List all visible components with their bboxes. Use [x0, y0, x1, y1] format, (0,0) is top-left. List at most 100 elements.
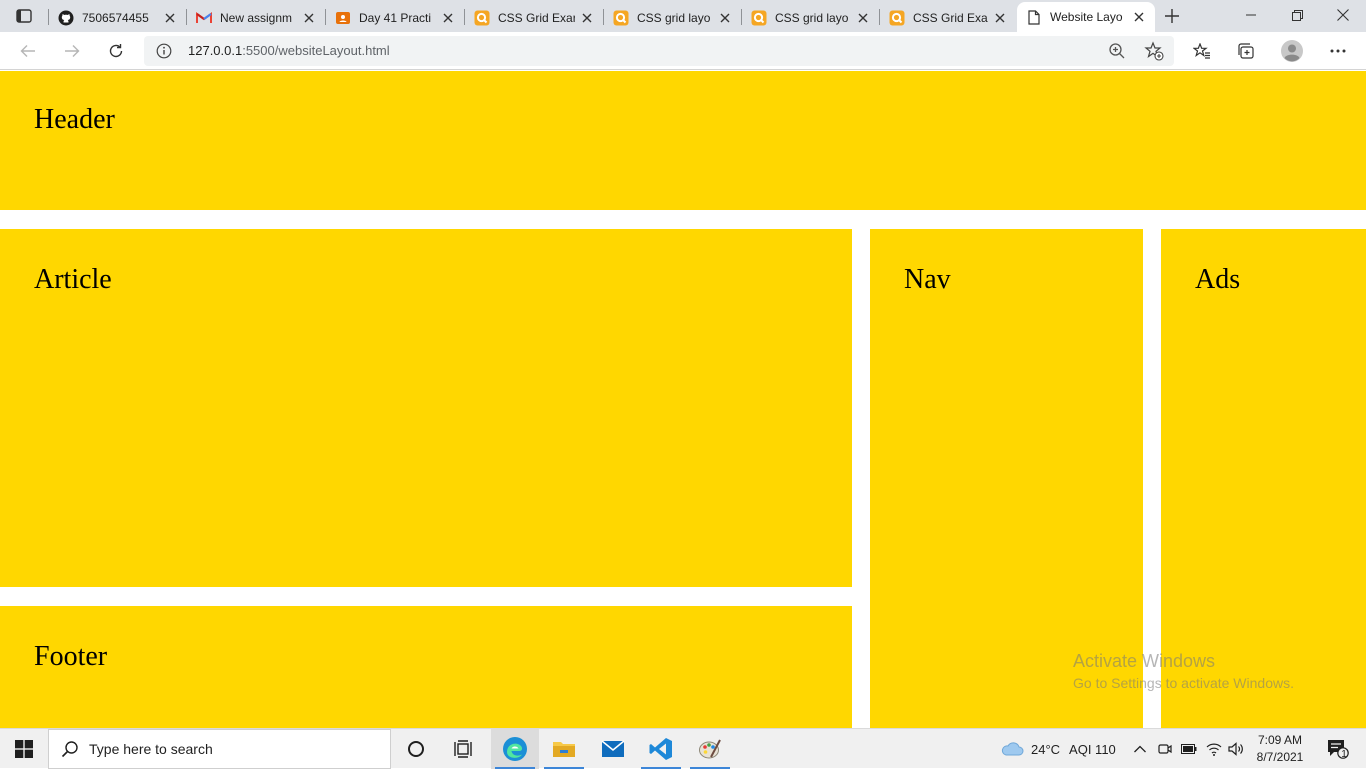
vscode-icon: [649, 738, 672, 760]
zoom-icon[interactable]: [1108, 42, 1126, 60]
github-icon: [58, 10, 74, 26]
tab-title: 7506574455: [82, 11, 149, 25]
weather-widget[interactable]: 24°C AQI 110: [1000, 729, 1116, 769]
tab-strip: 7506574455 New assignm Day 41 Practi CSS…: [0, 0, 1366, 32]
article-block: Article: [0, 229, 852, 587]
air-quality: AQI 110: [1069, 741, 1116, 757]
refresh-button[interactable]: [102, 37, 130, 65]
favorites-button[interactable]: [1188, 37, 1216, 65]
notifications-button[interactable]: 1: [1318, 729, 1358, 769]
tab-title: Website Layo: [1050, 10, 1123, 24]
weather-temperature: 24°C: [1031, 741, 1061, 757]
add-favorite-icon[interactable]: [1144, 41, 1164, 61]
windows-logo-icon: [15, 740, 33, 758]
forward-button[interactable]: [58, 37, 86, 65]
close-tab-icon[interactable]: [162, 10, 178, 26]
close-tab-icon[interactable]: [440, 10, 456, 26]
url-path: :5500/websiteLayout.html: [242, 43, 390, 58]
task-view-button[interactable]: [440, 729, 488, 769]
tab-css-grid-2[interactable]: CSS grid layo: [604, 4, 741, 32]
folder-icon: [553, 742, 575, 757]
search-engine-icon: [474, 10, 490, 26]
address-bar[interactable]: 127.0.0.1:5500/websiteLayout.html: [144, 36, 1174, 66]
taskbar-search-box[interactable]: Type here to search: [48, 729, 391, 769]
minimize-icon: [1246, 14, 1256, 16]
mail-icon: [601, 740, 625, 757]
tab-css-grid-1[interactable]: CSS Grid Exar: [465, 4, 603, 32]
close-tab-icon[interactable]: [992, 10, 1008, 26]
minimize-button[interactable]: [1228, 0, 1274, 30]
paint-button[interactable]: [686, 729, 734, 769]
browser-toolbar: 127.0.0.1:5500/websiteLayout.html: [0, 32, 1366, 70]
activate-windows-watermark: Activate Windows Go to Settings to activ…: [1073, 651, 1294, 691]
tab-actions-button[interactable]: [6, 4, 42, 28]
search-engine-icon: [751, 10, 767, 26]
battery-icon[interactable]: [1181, 744, 1197, 754]
tab-gmail[interactable]: New assignm: [187, 4, 325, 32]
close-window-button[interactable]: [1320, 0, 1366, 30]
file-explorer-button[interactable]: [540, 729, 588, 769]
meet-now-icon[interactable]: [1158, 741, 1172, 757]
close-tab-icon[interactable]: [1131, 9, 1147, 25]
clock-time: 7:09 AM: [1257, 733, 1303, 747]
close-tab-icon[interactable]: [717, 10, 733, 26]
tab-website-layout[interactable]: Website Layo: [1017, 2, 1155, 32]
favorites-icon: [1193, 43, 1210, 59]
mail-button[interactable]: [589, 729, 637, 769]
tab-title: Day 41 Practi: [359, 11, 432, 25]
tab-title: New assignm: [220, 11, 293, 25]
profile-button[interactable]: [1278, 37, 1306, 65]
footer-heading: Footer: [34, 641, 108, 672]
cortana-button[interactable]: [392, 729, 440, 769]
tab-title: CSS grid layo: [637, 11, 711, 25]
tray-icons: [1133, 729, 1244, 769]
page-viewport: Header Article Nav Ads Footer Activate W…: [0, 71, 1366, 728]
tab-actions-icon: [16, 9, 32, 23]
search-placeholder: Type here to search: [89, 741, 213, 757]
edge-taskbar-button[interactable]: [491, 729, 539, 769]
restore-button[interactable]: [1274, 0, 1320, 30]
search-engine-icon: [613, 10, 629, 26]
page-icon: [1026, 9, 1042, 25]
article-heading: Article: [34, 264, 112, 295]
back-arrow-icon: [20, 45, 35, 57]
tab-classroom[interactable]: Day 41 Practi: [326, 4, 464, 32]
plus-icon: [1165, 9, 1179, 23]
vscode-button[interactable]: [637, 729, 685, 769]
wifi-icon[interactable]: [1206, 742, 1222, 756]
avatar-icon: [1281, 40, 1303, 62]
collections-button[interactable]: [1232, 37, 1260, 65]
taskbar: Type here to search 24°C AQI 110 7:09 AM…: [0, 728, 1366, 769]
footer-block: Footer: [0, 606, 852, 728]
close-tab-icon[interactable]: [301, 10, 317, 26]
header-heading: Header: [34, 104, 115, 135]
new-tab-button[interactable]: [1160, 6, 1184, 26]
restore-icon: [1291, 9, 1303, 21]
close-tab-icon[interactable]: [855, 10, 871, 26]
gmail-icon: [196, 10, 212, 26]
start-button[interactable]: [0, 729, 48, 769]
settings-menu-button[interactable]: [1324, 37, 1352, 65]
ads-heading: Ads: [1195, 264, 1241, 295]
tab-title: CSS grid layo: [775, 11, 849, 25]
task-view-icon: [454, 740, 472, 758]
refresh-icon: [109, 44, 123, 58]
url-host: 127.0.0.1: [188, 43, 243, 58]
tab-title: CSS Grid Exar: [498, 11, 575, 25]
watermark-subtitle: Go to Settings to activate Windows.: [1073, 675, 1294, 691]
clock[interactable]: 7:09 AM 8/7/2021: [1248, 732, 1312, 766]
paint-icon: [699, 739, 721, 759]
chevron-up-icon[interactable]: [1133, 744, 1147, 754]
forward-arrow-icon: [65, 45, 80, 57]
site-info-icon[interactable]: [156, 43, 172, 59]
volume-icon[interactable]: [1228, 742, 1244, 756]
tab-github[interactable]: 7506574455: [49, 4, 186, 32]
nav-heading: Nav: [904, 264, 951, 295]
tab-css-grid-3[interactable]: CSS grid layo: [742, 4, 879, 32]
back-button[interactable]: [14, 37, 42, 65]
close-tab-icon[interactable]: [579, 10, 595, 26]
tab-css-grid-4[interactable]: CSS Grid Exar: [880, 4, 1016, 32]
edge-icon: [503, 737, 527, 761]
tab-title: CSS Grid Exar: [913, 11, 988, 25]
url-text[interactable]: 127.0.0.1:5500/websiteLayout.html: [188, 43, 390, 58]
